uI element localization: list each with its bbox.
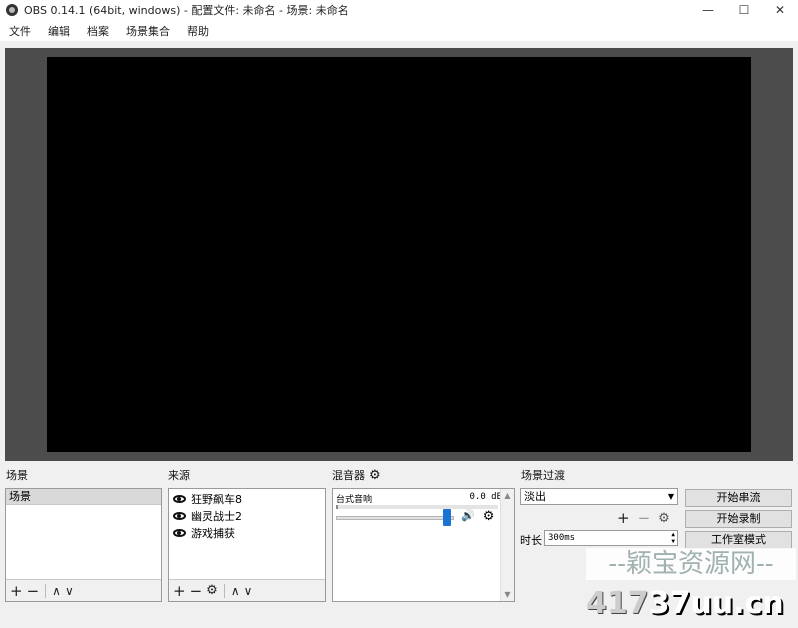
menu-edit[interactable]: 编辑	[42, 23, 76, 39]
source-name: 幽灵战士2	[191, 509, 242, 523]
watermark-main: 37uu.cn	[648, 586, 784, 621]
volume-slider-track[interactable]	[336, 516, 454, 520]
watermark-top: --颖宝资源网--	[586, 548, 796, 580]
minimize-button[interactable]: —	[690, 0, 726, 20]
mixer-title: 混音器 ⚙	[332, 467, 381, 483]
toolbar-separator	[45, 583, 47, 598]
visibility-eye-icon[interactable]	[173, 511, 186, 520]
speaker-icon[interactable]: 🔊	[461, 509, 475, 524]
volume-slider-handle[interactable]	[442, 509, 451, 526]
move-source-down-button[interactable]: ∨	[244, 584, 253, 598]
add-source-button[interactable]: +	[173, 582, 186, 600]
watermark-prefix: 417	[586, 586, 649, 621]
watermark-bottom: 41737uu.cn	[586, 586, 784, 621]
sources-panel: 狂野飙车8 幽灵战士2 游戏捕获 + − ⚙ ∧ ∨	[168, 488, 326, 602]
add-scene-button[interactable]: +	[10, 582, 23, 600]
visibility-eye-icon[interactable]	[173, 528, 186, 537]
source-item[interactable]: 游戏捕获	[169, 524, 325, 541]
mixer-channel-name: 台式音响	[336, 495, 373, 505]
preview-canvas[interactable]	[47, 57, 751, 452]
mixer-title-label: 混音器	[332, 469, 365, 482]
source-properties-gear-icon[interactable]: ⚙	[206, 583, 218, 598]
duration-value: 300ms	[548, 533, 576, 543]
mixer-channel-header: 台式音响 0.0 dB	[336, 492, 502, 505]
remove-transition-button[interactable]: −	[638, 509, 651, 527]
title-bar: OBS 0.14.1 (64bit, windows) - 配置文件: 未命名 …	[0, 0, 798, 20]
window-controls: — ☐ ✕	[690, 0, 798, 20]
mixer-channel-controls: 🔊 ⚙	[461, 509, 494, 524]
move-source-up-button[interactable]: ∧	[231, 584, 240, 598]
duration-label: 时长	[520, 534, 542, 547]
transitions-title: 场景过渡	[521, 467, 565, 483]
menu-bar: 文件 编辑 档案 场景集合 帮助	[0, 20, 798, 41]
mixer-channel-level: 0.0 dB	[469, 492, 502, 502]
scroll-up-icon[interactable]: ▲	[504, 491, 510, 500]
preview-area[interactable]	[5, 48, 793, 461]
sources-title-label: 来源	[168, 469, 190, 482]
remove-scene-button[interactable]: −	[27, 582, 40, 600]
duration-spinbox[interactable]: 300ms ▲ ▼	[544, 530, 678, 546]
spin-up-icon[interactable]: ▲	[671, 531, 675, 538]
sources-toolbar: + − ⚙ ∧ ∨	[169, 579, 325, 601]
menu-help[interactable]: 帮助	[181, 23, 215, 39]
menu-file[interactable]: 文件	[3, 23, 37, 39]
chevron-down-icon: ▼	[667, 492, 674, 501]
channel-gear-icon[interactable]: ⚙	[483, 509, 495, 524]
scenes-title: 场景	[6, 467, 28, 483]
start-streaming-button[interactable]: 开始串流	[685, 489, 792, 507]
scene-list-item[interactable]: 场景	[6, 489, 161, 505]
toolbar-separator	[223, 583, 225, 598]
transition-selected: 淡出	[524, 490, 546, 503]
scenes-toolbar: + − ∧ ∨	[6, 579, 161, 601]
add-transition-button[interactable]: +	[617, 509, 630, 527]
source-item[interactable]: 狂野飙车8	[169, 490, 325, 507]
scenes-panel: 场景 + − ∧ ∨	[5, 488, 162, 602]
scenes-title-label: 场景	[6, 469, 28, 482]
source-name: 狂野飙车8	[191, 492, 242, 506]
sources-title: 来源	[168, 467, 190, 483]
remove-source-button[interactable]: −	[190, 582, 203, 600]
transition-gear-icon[interactable]: ⚙	[658, 511, 670, 526]
visibility-eye-icon[interactable]	[173, 494, 186, 503]
move-scene-down-button[interactable]: ∨	[65, 584, 74, 598]
source-name: 游戏捕获	[191, 526, 235, 540]
window-title: OBS 0.14.1 (64bit, windows) - 配置文件: 未命名 …	[24, 4, 349, 17]
move-scene-up-button[interactable]: ∧	[52, 584, 61, 598]
maximize-button[interactable]: ☐	[726, 0, 762, 20]
menu-profile[interactable]: 档案	[81, 23, 115, 39]
scroll-down-icon[interactable]: ▼	[504, 590, 510, 599]
source-item[interactable]: 幽灵战士2	[169, 507, 325, 524]
studio-mode-button[interactable]: 工作室模式	[685, 531, 792, 549]
menu-scene-collection[interactable]: 场景集合	[120, 23, 176, 39]
spin-down-icon[interactable]: ▼	[671, 538, 675, 545]
transitions-title-label: 场景过渡	[521, 469, 565, 482]
mixer-gear-icon[interactable]: ⚙	[369, 468, 381, 483]
watermark: --颖宝资源网-- 41737uu.cn	[586, 548, 796, 626]
transition-toolbar: + − ⚙	[617, 509, 670, 527]
spin-arrows[interactable]: ▲ ▼	[671, 531, 675, 545]
close-button[interactable]: ✕	[762, 0, 798, 20]
transition-select[interactable]: 淡出 ▼	[520, 488, 678, 505]
mixer-scrollbar[interactable]: ▲ ▼	[500, 489, 514, 601]
start-recording-button[interactable]: 开始录制	[685, 510, 792, 528]
obs-logo-icon	[6, 4, 18, 16]
mixer-panel: 台式音响 0.0 dB 🔊 ⚙ ▲ ▼	[332, 488, 515, 602]
